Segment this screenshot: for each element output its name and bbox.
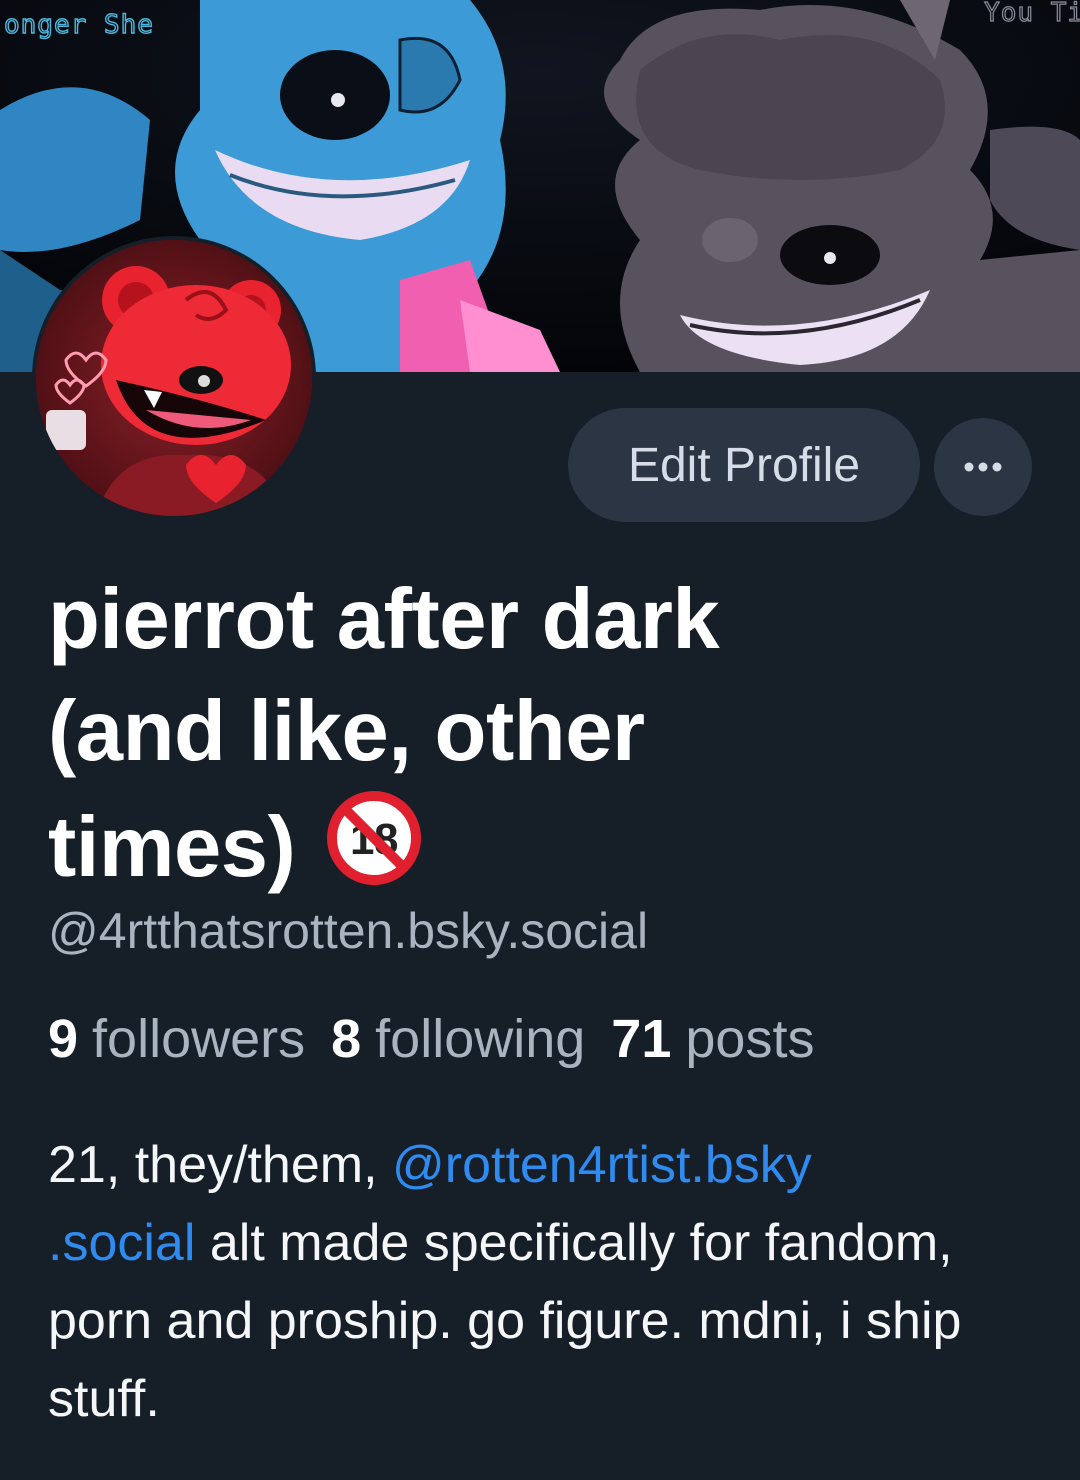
banner-caption-right: You Ti	[983, 0, 1080, 29]
avatar[interactable]	[32, 236, 316, 520]
avatar-image	[36, 240, 312, 516]
following-label: following	[375, 1009, 586, 1069]
profile-stats: 9 followers 8 following 71 posts	[48, 1008, 814, 1070]
display-name: pierrot after dark (and like, other time…	[48, 564, 1028, 916]
user-handle: @4rtthatsrotten.bsky.social	[48, 903, 649, 959]
posts-count: 71	[611, 1009, 672, 1069]
banner-caption-left: onger She	[3, 9, 154, 40]
display-name-line-3: times)	[48, 800, 296, 895]
followers-count: 9	[48, 1009, 79, 1069]
display-name-line-2: (and like, other	[48, 684, 645, 779]
posts-label: posts	[685, 1009, 815, 1069]
following-count: 8	[331, 1009, 362, 1069]
ellipsis-icon	[964, 462, 1002, 472]
followers-label: followers	[92, 1009, 306, 1069]
bio-mention-part-1: @rotten4rtist.bsky	[391, 1136, 812, 1194]
following-stat[interactable]: 8 following	[331, 1008, 585, 1070]
bio-mention-part-2: .social	[48, 1214, 196, 1272]
edit-profile-button[interactable]: Edit Profile	[568, 408, 920, 522]
posts-stat: 71 posts	[611, 1008, 814, 1070]
more-options-button[interactable]	[934, 418, 1032, 516]
profile-bio: 21, they/them, @rotten4rtist.bsky .social…	[48, 1126, 1008, 1438]
followers-stat[interactable]: 9 followers	[48, 1008, 305, 1070]
display-name-line-1: pierrot after dark	[48, 572, 720, 667]
bio-text-start: 21, they/them,	[48, 1136, 392, 1194]
no-under-18-icon: 18	[324, 788, 424, 916]
